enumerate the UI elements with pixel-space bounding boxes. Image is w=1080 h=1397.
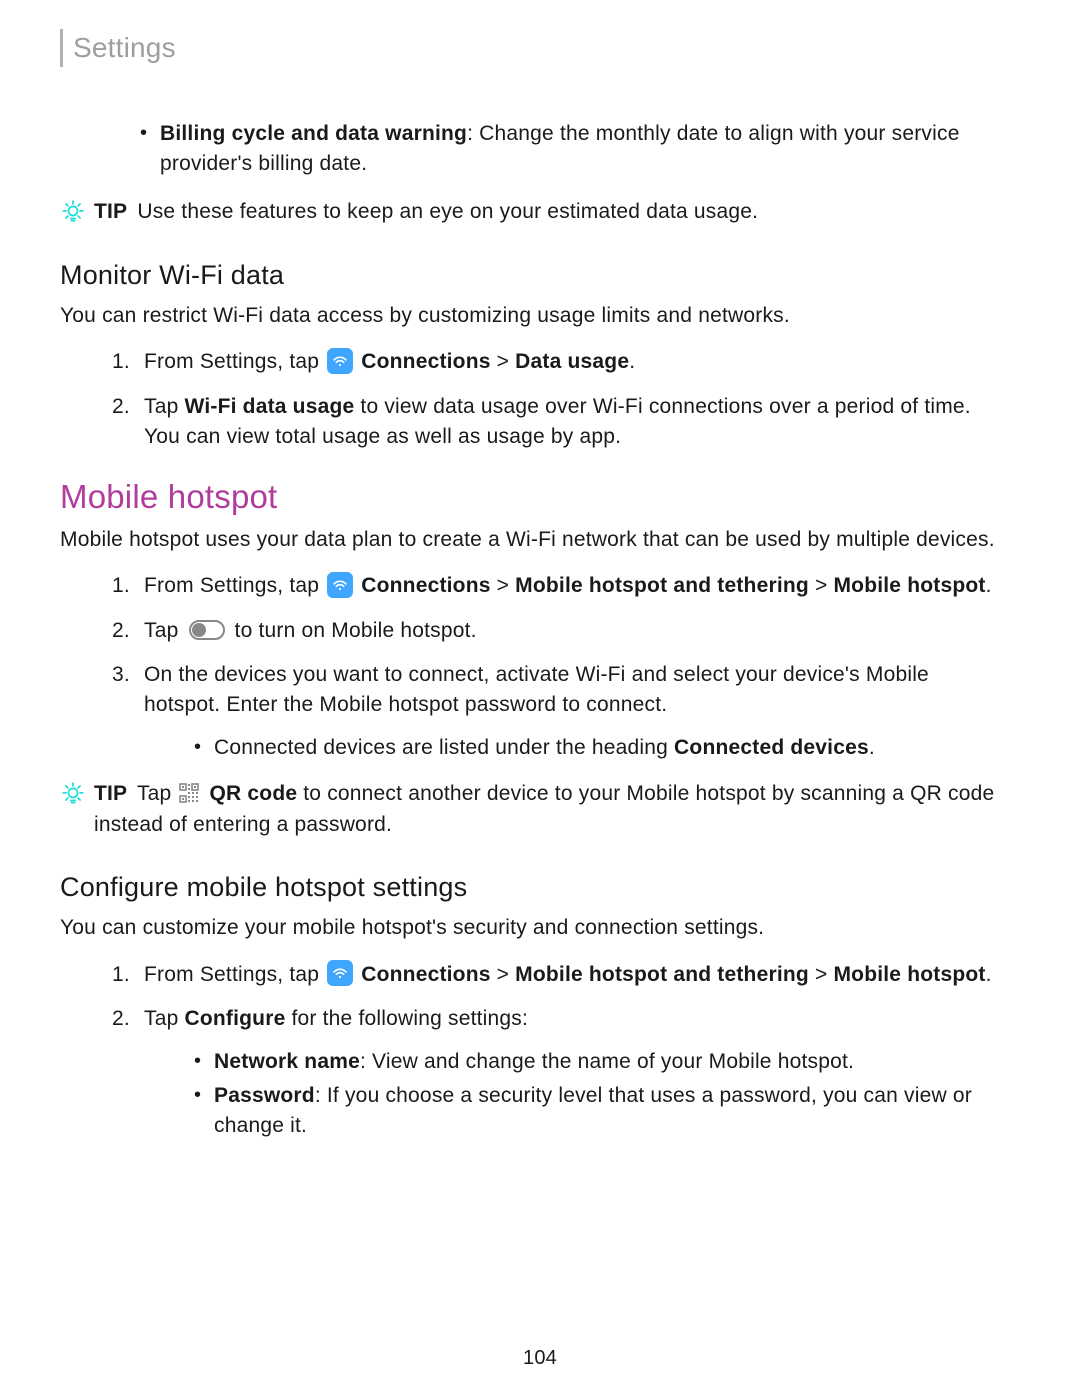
tip-text: TIP Use these features to keep an eye on… (94, 197, 1006, 227)
section-heading-hotspot: Mobile hotspot (60, 473, 1006, 521)
step-text: to turn on Mobile hotspot. (229, 619, 477, 642)
step-text: . (629, 350, 635, 373)
bullet-label: Billing cycle and data warning (160, 122, 467, 145)
list-item: From Settings, tap Connections > Data us… (112, 347, 1006, 377)
sub-text: : View and change the name of your Mobil… (360, 1050, 854, 1073)
qr-code-icon (179, 783, 201, 805)
wifi-icon (327, 960, 353, 986)
lightbulb-icon (60, 199, 86, 225)
step-bold: Data usage (515, 350, 629, 373)
sub-text: : If you choose a security level that us… (214, 1084, 972, 1137)
list-item: Tap Configure for the following settings… (112, 1004, 1006, 1142)
list-item: Connected devices are listed under the h… (192, 733, 1006, 763)
sub-bold: Connected devices (674, 736, 869, 759)
list-item: Network name: View and change the name o… (192, 1047, 1006, 1077)
tip-body: Tap (137, 782, 178, 805)
hotspot-steps: From Settings, tap Connections > Mobile … (112, 571, 1006, 763)
list-item: From Settings, tap Connections > Mobile … (112, 571, 1006, 601)
sub-bold: Password (214, 1084, 315, 1107)
step-bold: Wi-Fi data usage (185, 395, 355, 418)
header-accent-bar (60, 29, 63, 67)
sub-bold: Network name (214, 1050, 360, 1073)
header-title: Settings (73, 28, 176, 69)
step-text: . (986, 963, 992, 986)
lightbulb-icon (60, 781, 86, 807)
step-sep: > (809, 574, 834, 597)
step-bold: Mobile hotspot and tethering (515, 963, 809, 986)
step-text: Tap (144, 1007, 185, 1030)
step-text: for the following settings: (285, 1007, 528, 1030)
step-bold: Connections (361, 350, 490, 373)
tip-body: Use these features to keep an eye on you… (137, 200, 758, 223)
list-item: Billing cycle and data warning: Change t… (138, 119, 1006, 180)
tip-label: TIP (94, 782, 127, 805)
wifi-icon (327, 572, 353, 598)
tip-row: TIP Tap QR code to connect another devic… (60, 779, 1006, 840)
step-text: On the devices you want to connect, acti… (144, 663, 929, 716)
section-heading-configure: Configure mobile hotspot settings (60, 868, 1006, 907)
list-item: From Settings, tap Connections > Mobile … (112, 960, 1006, 990)
page-header: Settings (60, 28, 1006, 69)
step-sep: > (491, 574, 516, 597)
step-bold: Connections (361, 963, 490, 986)
sub-text: . (869, 736, 875, 759)
section-intro: You can customize your mobile hotspot's … (60, 913, 1006, 943)
configure-steps: From Settings, tap Connections > Mobile … (112, 960, 1006, 1142)
section-intro: Mobile hotspot uses your data plan to cr… (60, 525, 1006, 555)
step-text: Tap (144, 395, 185, 418)
tip-text: TIP Tap QR code to connect another devic… (94, 779, 1006, 840)
step-bold: Mobile hotspot (833, 963, 985, 986)
page-number: 104 (0, 1344, 1080, 1373)
step-bold: Connections (361, 574, 490, 597)
step-sep: > (809, 963, 834, 986)
tip-bold: QR code (209, 782, 297, 805)
list-item: Tap to turn on Mobile hotspot. (112, 616, 1006, 646)
step-text: From Settings, tap (144, 350, 325, 373)
step-text: Tap (144, 619, 185, 642)
step-sep: > (491, 963, 516, 986)
sub-text: Connected devices are listed under the h… (214, 736, 674, 759)
sub-bullet-list: Network name: View and change the name o… (192, 1047, 1006, 1142)
step-bold: Mobile hotspot (833, 574, 985, 597)
step-text: . (986, 574, 992, 597)
step-bold: Configure (185, 1007, 286, 1030)
monitor-steps: From Settings, tap Connections > Data us… (112, 347, 1006, 452)
billing-bullet-list: Billing cycle and data warning: Change t… (138, 119, 1006, 180)
list-item: Tap Wi-Fi data usage to view data usage … (112, 392, 1006, 453)
step-bold: Mobile hotspot and tethering (515, 574, 809, 597)
wifi-icon (327, 348, 353, 374)
section-intro: You can restrict Wi-Fi data access by cu… (60, 301, 1006, 331)
step-text: From Settings, tap (144, 574, 325, 597)
tip-label: TIP (94, 200, 127, 223)
list-item: On the devices you want to connect, acti… (112, 660, 1006, 763)
list-item: Password: If you choose a security level… (192, 1081, 1006, 1142)
section-heading-monitor: Monitor Wi-Fi data (60, 256, 1006, 295)
toggle-off-icon (189, 620, 225, 640)
sub-bullet-list: Connected devices are listed under the h… (192, 733, 1006, 763)
step-sep: > (491, 350, 516, 373)
tip-row: TIP Use these features to keep an eye on… (60, 197, 1006, 227)
step-text: From Settings, tap (144, 963, 325, 986)
